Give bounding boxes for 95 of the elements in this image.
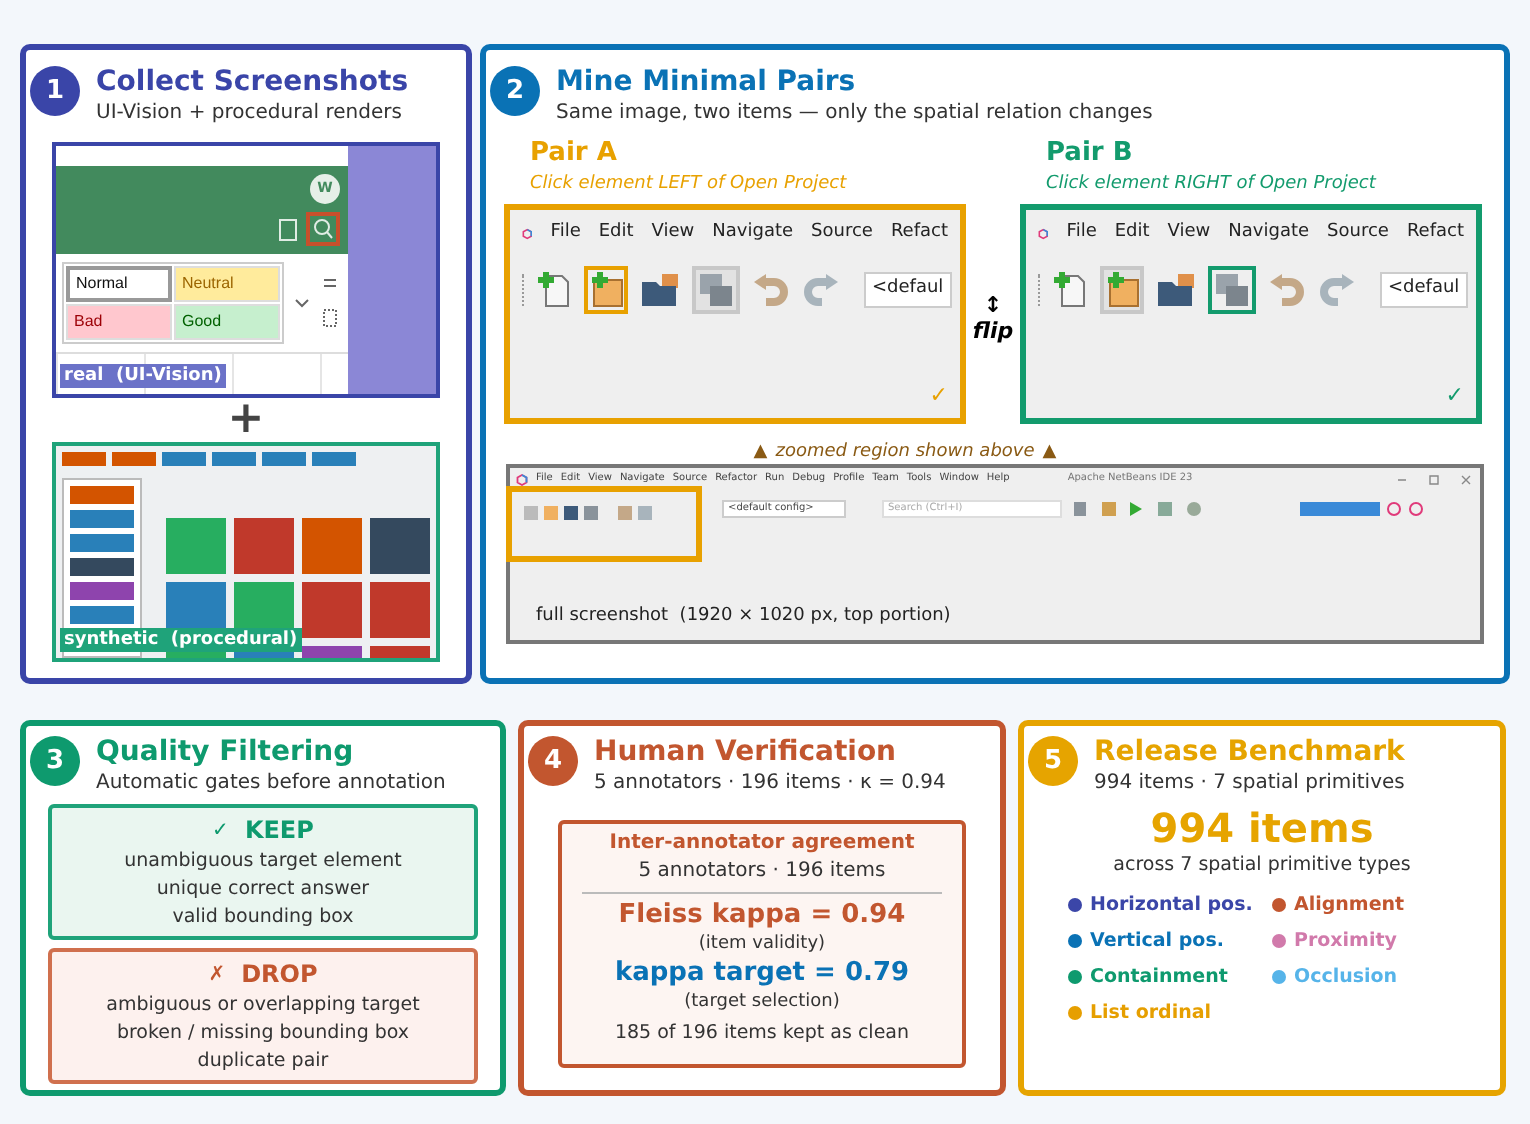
panel-subtitle: UI-Vision + procedural renders (96, 100, 404, 126)
item-count: 994 items (1150, 804, 1374, 852)
cell-style-swatch[interactable]: Good (174, 304, 280, 340)
gate-criterion: ambiguous or overlapping target (106, 992, 420, 1020)
panel-title: Release Benchmark (1094, 736, 1405, 770)
gate-criterion: unique correct answer (156, 876, 370, 904)
card-subtitle: 5 annotators · 196 items (638, 858, 886, 886)
flip-arrow-icon: ↕ (983, 293, 1003, 316)
config-dropdown[interactable]: <defaul (1380, 271, 1468, 307)
count-caption: across 7 spatial primitive types (1113, 852, 1411, 878)
cell-style-swatch[interactable]: Bad (66, 304, 172, 340)
primitive-label: Horizontal pos. (1090, 892, 1253, 920)
up-triangle-icon: ▲ (753, 440, 768, 464)
gate-mark: ✗ (208, 961, 226, 989)
redo-icon[interactable] (804, 269, 840, 309)
menu-item[interactable]: Navigate (1228, 220, 1310, 247)
card-footer: 185 of 196 items kept as clean (614, 1020, 910, 1048)
up-triangle-icon: ▲ (1042, 440, 1057, 464)
window-controls-icon[interactable] (1394, 473, 1474, 485)
tab-drawing (312, 452, 356, 466)
pair-title: Pair A (530, 138, 619, 170)
folder-icon[interactable] (640, 269, 680, 309)
tab-drawing (262, 452, 306, 466)
step-number-badge: 3 (30, 736, 80, 786)
zoom-note: zoomed region shown above (775, 440, 1035, 464)
menu-item[interactable]: Navigate (712, 220, 794, 247)
gate-label: DROP (241, 958, 318, 992)
kappa-metric: Fleiss kappa = 0.94 (618, 900, 906, 932)
gate-label: KEEP (244, 814, 314, 848)
step-number-badge: 1 (30, 66, 80, 116)
panel-subtitle: Same image, two items — only the spatial relation changes (556, 100, 1153, 126)
app-logo-icon (516, 473, 528, 485)
gate-mark: ✓ (212, 817, 229, 845)
pair-instruction: Click element LEFT of Open Project (530, 172, 849, 198)
menu-item[interactable]: Source (1327, 220, 1389, 247)
undo-icon[interactable] (1268, 269, 1304, 309)
check-mark: ✓ (929, 384, 948, 408)
cell-style-swatch[interactable]: Neutral (174, 266, 280, 302)
gate-criterion: unambiguous target element (124, 848, 402, 876)
pair-instruction: Click element RIGHT of Open Project (1046, 172, 1379, 198)
config-dropdown[interactable]: <defaul (864, 271, 952, 307)
primitive-label: Containment (1090, 964, 1228, 992)
folder-icon[interactable] (1156, 269, 1196, 309)
panel-subtitle: 994 items · 7 spatial primitives (1094, 770, 1405, 796)
primitive-label: Vertical pos. (1090, 928, 1224, 956)
primitive-label: Alignment (1294, 892, 1405, 920)
menu-item[interactable]: Refact (890, 220, 948, 247)
screenshot-label: synthetic (procedural) (60, 628, 302, 652)
step-number-badge: 5 (1028, 736, 1078, 786)
panel-subtitle: 5 annotators · 196 items · κ = 0.94 (594, 770, 946, 796)
tab-drawing (62, 452, 106, 466)
menu-item[interactable]: Edit (598, 220, 634, 247)
panel-title: Mine Minimal Pairs (556, 66, 858, 100)
kappa-metric: kappa target = 0.79 (614, 958, 910, 990)
primitive-label: Proximity (1294, 928, 1397, 956)
dropdown-caret-icon[interactable] (294, 297, 310, 309)
step-number-badge: 2 (490, 66, 540, 116)
primitive-label: List ordinal (1090, 1000, 1212, 1028)
menu-item[interactable]: View (1167, 220, 1211, 247)
redo-icon[interactable] (1320, 269, 1356, 309)
pair-title: Pair B (1046, 138, 1135, 170)
metric-note: (item validity) (698, 932, 826, 958)
toolbar-icons-drawing (320, 273, 340, 333)
gate-criterion: broken / missing bounding box (116, 1020, 410, 1048)
panel-title: Collect Screenshots (96, 66, 409, 100)
new-file-icon[interactable] (536, 269, 572, 309)
menu-item[interactable]: Source (811, 220, 873, 247)
panel-title: Human Verification (594, 736, 899, 770)
screenshot-caption: full screenshot (1920 × 1020 px, top portion) (536, 603, 953, 629)
flip-label: flip (972, 315, 1014, 348)
tab-drawing (112, 452, 156, 466)
metric-note: (target selection) (684, 990, 840, 1016)
tab-drawing (212, 452, 256, 466)
document-icon[interactable] (278, 217, 298, 241)
new-file-icon[interactable] (1052, 269, 1088, 309)
panel-title: Quality Filtering (96, 736, 356, 770)
plus-sign: + (227, 398, 265, 442)
search-icon[interactable] (306, 212, 340, 246)
menu-item[interactable]: View (651, 220, 695, 247)
card-title: Inter-annotator agreement (609, 830, 915, 858)
gate-criterion: duplicate pair (197, 1048, 329, 1076)
toolbar-icons-drawing (522, 504, 658, 522)
tab-drawing (162, 452, 206, 466)
check-mark: ✓ (1445, 384, 1464, 408)
menu-item[interactable]: File (550, 220, 581, 247)
step-number-badge: 4 (528, 736, 578, 786)
menu-item[interactable]: Refact (1406, 220, 1464, 247)
primitive-label: Occlusion (1294, 964, 1398, 992)
menu-item[interactable]: Edit (1114, 220, 1150, 247)
cell-style-swatch[interactable]: Normal (66, 266, 172, 302)
gate-criterion: valid bounding box (172, 904, 354, 932)
screenshot-label: real (UI-Vision) (60, 364, 226, 388)
menu-item[interactable]: File (1066, 220, 1097, 247)
panel-subtitle: Automatic gates before annotation (96, 770, 446, 796)
undo-icon[interactable] (752, 269, 788, 309)
